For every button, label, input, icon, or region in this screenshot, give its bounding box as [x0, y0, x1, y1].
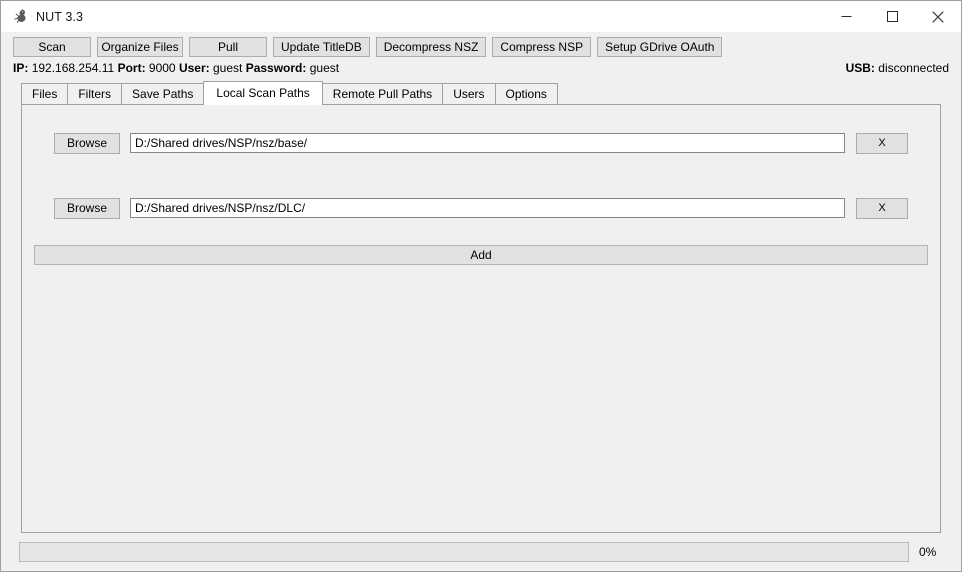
scan-button[interactable]: Scan [13, 36, 91, 57]
status-line: IP: 192.168.254.11 Port: 9000 User: gues… [1, 61, 961, 82]
app-window: NUT 3.3 Scan Organize Files Pull Update … [0, 0, 962, 572]
decompress-nsz-button[interactable]: Decompress NSZ [375, 36, 487, 57]
browse-button[interactable]: Browse [54, 197, 120, 219]
organize-files-button[interactable]: Organize Files [97, 36, 183, 57]
tab-filters[interactable]: Filters [67, 83, 123, 104]
add-path-button[interactable]: Add [34, 245, 928, 265]
browse-button[interactable]: Browse [54, 132, 120, 154]
port-label: Port: [117, 61, 146, 75]
toolbar: Scan Organize Files Pull Update TitleDB … [1, 32, 961, 61]
connection-info: IP: 192.168.254.11 Port: 9000 User: gues… [13, 61, 339, 76]
tab-users[interactable]: Users [442, 83, 496, 104]
scan-path-input[interactable] [130, 198, 845, 218]
tab-local-scan-paths[interactable]: Local Scan Paths [203, 81, 323, 105]
user-value: guest [212, 61, 243, 75]
tab-content-wrap: Browse X Browse X Add [1, 104, 961, 533]
tab-bar: Files Filters Save Paths Local Scan Path… [1, 81, 961, 105]
progress-bar [19, 542, 909, 562]
tab-files[interactable]: Files [21, 83, 69, 104]
update-titledb-button[interactable]: Update TitleDB [273, 36, 370, 57]
usb-value: disconnected [878, 61, 949, 75]
maximize-icon[interactable] [869, 1, 915, 32]
status-bar: 0% [1, 533, 961, 571]
compress-nsp-button[interactable]: Compress NSP [492, 36, 592, 57]
window-title: NUT 3.3 [36, 9, 84, 24]
password-label: Password: [245, 61, 307, 75]
title-bar-left: NUT 3.3 [1, 8, 83, 25]
window-controls [823, 1, 961, 32]
squirrel-icon [11, 8, 28, 25]
password-value: guest [309, 61, 340, 75]
tab-save-paths[interactable]: Save Paths [121, 83, 205, 104]
scan-path-input[interactable] [130, 133, 845, 153]
close-icon[interactable] [915, 1, 961, 32]
setup-gdrive-oauth-button[interactable]: Setup GDrive OAuth [597, 36, 723, 57]
port-value: 9000 [148, 61, 176, 75]
remove-path-button[interactable]: X [856, 132, 908, 154]
pull-button[interactable]: Pull [189, 36, 267, 57]
usb-label: USB: [845, 61, 875, 75]
ip-label: IP: [13, 61, 29, 75]
tab-remote-pull-paths[interactable]: Remote Pull Paths [321, 83, 444, 104]
ip-value: 192.168.254.11 [31, 61, 115, 75]
usb-status: USB: disconnected [846, 61, 949, 76]
progress-percent-label: 0% [919, 545, 937, 559]
tab-options[interactable]: Options [494, 83, 558, 104]
remove-path-button[interactable]: X [856, 197, 908, 219]
local-scan-paths-panel: Browse X Browse X Add [21, 104, 941, 533]
user-label: User: [178, 61, 210, 75]
minimize-icon[interactable] [823, 1, 869, 32]
scan-path-row: Browse X [22, 197, 940, 219]
title-bar: NUT 3.3 [1, 1, 961, 32]
scan-path-row: Browse X [22, 132, 940, 154]
